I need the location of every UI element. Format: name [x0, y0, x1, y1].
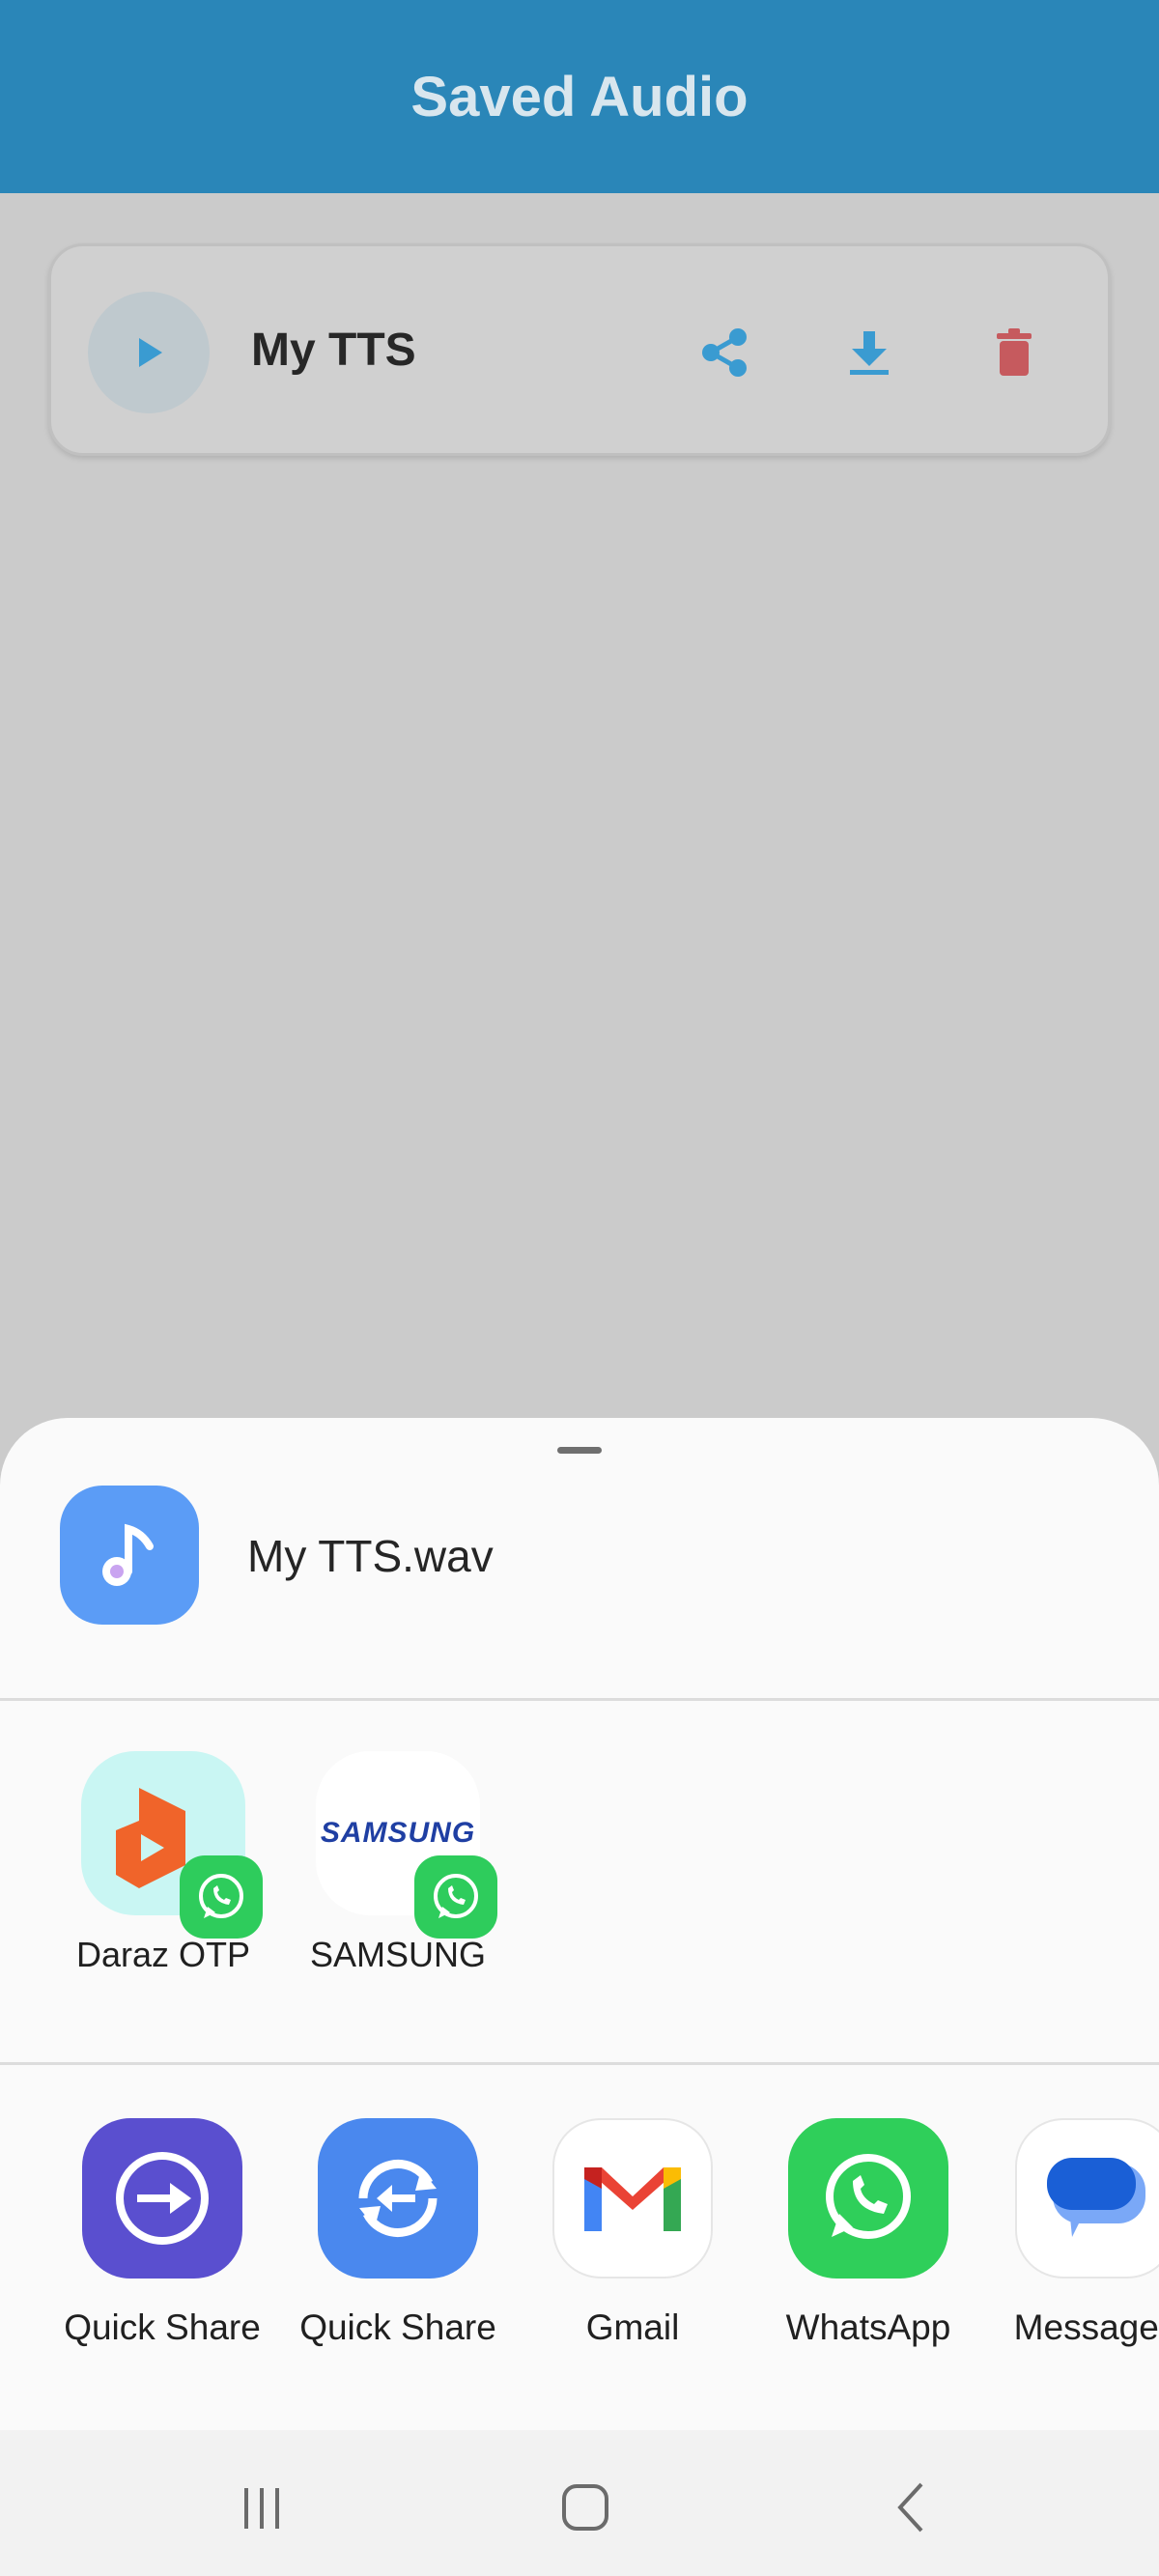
- divider: [0, 2062, 1159, 2065]
- share-app-quick-share-2[interactable]: Quick Share: [280, 2118, 516, 2348]
- home-button[interactable]: [547, 2474, 624, 2541]
- samsung-logo: SAMSUNG: [320, 1817, 476, 1849]
- home-icon: [562, 2484, 608, 2531]
- download-button[interactable]: [831, 314, 908, 391]
- play-button[interactable]: [88, 292, 210, 413]
- whatsapp-icon: [826, 2154, 911, 2239]
- download-icon: [850, 331, 889, 375]
- recents-icon: [244, 2488, 279, 2529]
- app-icon-container: [788, 2118, 948, 2279]
- divider: [0, 1698, 1159, 1701]
- back-button[interactable]: [873, 2474, 950, 2541]
- app-icon-container: [82, 2118, 242, 2279]
- file-thumbnail: [60, 1486, 199, 1625]
- audio-card[interactable]: My TTS: [48, 243, 1111, 456]
- share-button[interactable]: [686, 314, 763, 391]
- contact-avatar: SAMSUNG: [316, 1751, 497, 1939]
- share-app-whatsapp[interactable]: WhatsApp: [750, 2118, 986, 2348]
- share-icon: [702, 328, 747, 377]
- direct-share-label: Daraz OTP: [75, 1935, 251, 1974]
- share-app-quick-share[interactable]: Quick Share: [44, 2118, 280, 2348]
- gmail-icon: [584, 2167, 681, 2231]
- direct-share-daraz-otp[interactable]: Daraz OTP: [67, 1751, 263, 1975]
- whatsapp-icon: [434, 1874, 478, 1918]
- app-label: Quick Share: [64, 2307, 261, 2347]
- app-icon-container: [552, 2118, 713, 2279]
- recents-button[interactable]: [223, 2474, 300, 2541]
- sheet-drag-handle[interactable]: [557, 1447, 602, 1454]
- direct-share-label: SAMSUNG: [309, 1935, 487, 1974]
- page-title: Saved Audio: [410, 65, 749, 128]
- app-label: WhatsApp: [785, 2307, 951, 2347]
- direct-share-samsung[interactable]: SAMSUNG SAMSUNG: [301, 1751, 497, 1975]
- whatsapp-icon: [199, 1874, 243, 1918]
- app-bar: Saved Audio: [0, 0, 1159, 193]
- audio-title: My TTS: [251, 325, 416, 376]
- shared-file-name: My TTS.wav: [247, 1531, 494, 1581]
- app-label: Messages: [1013, 2307, 1159, 2347]
- delete-button[interactable]: [975, 314, 1053, 391]
- app-icon-container: [1015, 2118, 1159, 2279]
- app-icon-container: [318, 2118, 478, 2279]
- back-icon: [897, 2482, 923, 2533]
- play-icon: [139, 338, 162, 367]
- share-app-gmail[interactable]: Gmail: [515, 2118, 750, 2348]
- trash-icon: [997, 328, 1032, 376]
- whatsapp-badge: [180, 1855, 263, 1939]
- share-app-messages[interactable]: Messages: [977, 2118, 1159, 2348]
- saved-audio-list: My TTS: [0, 193, 1159, 1420]
- app-label: Quick Share: [299, 2307, 496, 2347]
- whatsapp-badge: [414, 1855, 497, 1939]
- system-navigation-bar: [0, 2430, 1159, 2576]
- quick-share-icon: [116, 2152, 209, 2245]
- music-note-icon: [102, 1523, 154, 1586]
- app-label: Gmail: [585, 2307, 680, 2347]
- contact-avatar: [81, 1751, 263, 1939]
- messages-icon: [1047, 2158, 1145, 2237]
- quick-share-sync-icon: [358, 2160, 438, 2237]
- share-sheet: My TTS.wav Daraz OTP SAMSUNG SAMSUNG Qui…: [0, 1418, 1159, 2430]
